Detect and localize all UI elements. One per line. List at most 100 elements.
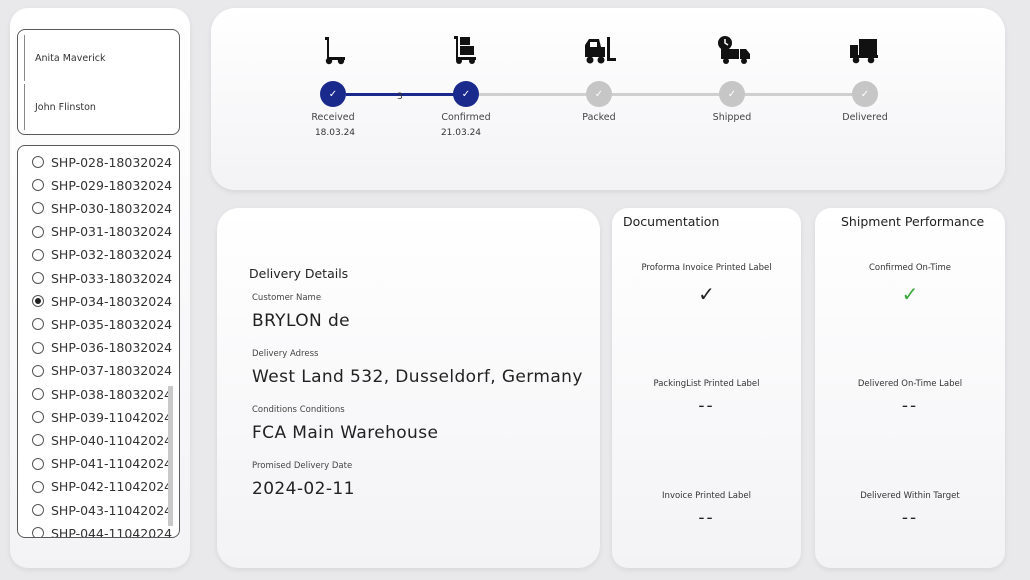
step-packed-label: Packed: [582, 112, 616, 123]
shipment-option[interactable]: SHP-030-18032024: [32, 199, 172, 217]
radio-button[interactable]: [32, 434, 44, 447]
invoice-value: --: [698, 508, 715, 528]
promised-date-label: Promised Delivery Date: [252, 461, 353, 471]
truck-clock-icon: [718, 36, 750, 64]
shipment-id: SHP-030-18032024: [51, 200, 173, 216]
step-confirmed-label: Confirmed: [441, 112, 491, 123]
customer-name-value: BRYLON de: [252, 311, 350, 331]
step-received-date: 18.03.24: [314, 128, 356, 138]
scrollbar[interactable]: [168, 386, 173, 526]
delivery-address-label: Delivery Adress: [252, 349, 319, 359]
days-between-label: 3: [397, 92, 403, 102]
radio-button[interactable]: [32, 457, 44, 470]
shipment-option[interactable]: SHP-038-18032024: [32, 385, 172, 403]
delivery-truck-icon: [850, 39, 878, 64]
shipment-id: SHP-034-18032024: [51, 293, 173, 309]
person-name: John Flinston: [35, 101, 96, 113]
delivery-address-value: West Land 532, Dusseldorf, Germany: [252, 367, 583, 387]
shipment-id: SHP-029-18032024: [51, 177, 173, 193]
radio-button[interactable]: [32, 504, 44, 516]
delivered-on-time-value: --: [901, 396, 919, 416]
shipment-option[interactable]: SHP-043-11042024: [32, 501, 172, 519]
step-confirmed-status: ✓: [453, 81, 479, 107]
radio-button[interactable]: [32, 411, 44, 424]
shipment-id: SHP-031-18032024: [51, 224, 173, 240]
person-name: Anita Maverick: [35, 52, 106, 64]
radio-button[interactable]: [32, 341, 44, 354]
person-slicer: Anita Maverick John Flinston: [17, 29, 180, 135]
conditions-label: Conditions Conditions: [252, 405, 345, 415]
shipment-id: SHP-043-11042024: [51, 502, 173, 518]
performance-title: Shipment Performance: [841, 214, 985, 229]
confirmed-on-time-label: Confirmed On-Time: [869, 263, 951, 273]
shipment-option[interactable]: SHP-037-18032024: [32, 362, 172, 380]
radio-button[interactable]: [32, 318, 44, 331]
step-delivered-status: ✓: [852, 81, 878, 107]
shipment-performance-card: Shipment Performance Confirmed On-Time ✓…: [815, 208, 1005, 568]
documentation-card: Documentation Proforma Invoice Printed L…: [612, 208, 801, 568]
person-item[interactable]: Anita Maverick: [24, 35, 174, 81]
step-received-label: Received: [311, 112, 355, 123]
radio-button[interactable]: [32, 527, 44, 537]
packinglist-label: PackingList Printed Label: [653, 379, 760, 389]
customer-name-label: Customer Name: [252, 293, 322, 303]
shipment-id: SHP-039-11042024: [51, 409, 173, 425]
shipment-id: SHP-044-11042024: [51, 525, 173, 538]
delivered-within-target-value: --: [901, 508, 919, 528]
step-received-status: ✓: [320, 81, 346, 107]
shipment-option[interactable]: SHP-033-18032024: [32, 269, 172, 287]
shipment-id: SHP-037-18032024: [51, 363, 173, 379]
shipment-id: SHP-038-18032024: [51, 386, 173, 402]
proforma-invoice-value: ✓: [698, 282, 715, 306]
delivered-within-target-label: Delivered Within Target: [860, 491, 960, 501]
shipment-option[interactable]: SHP-040-11042024: [32, 431, 172, 449]
shipment-id: SHP-042-11042024: [51, 479, 173, 495]
promised-date-value: 2024-02-11: [252, 479, 355, 499]
documentation-title: Documentation: [623, 214, 720, 229]
radio-button[interactable]: [32, 295, 44, 308]
step-confirmed-date: 21.03.24: [440, 128, 482, 138]
shipment-option[interactable]: SHP-031-18032024: [32, 223, 172, 241]
shipment-option[interactable]: SHP-032-18032024: [32, 246, 172, 264]
invoice-label: Invoice Printed Label: [662, 491, 751, 501]
radio-button[interactable]: [32, 480, 44, 493]
progress-line-complete: [346, 93, 466, 96]
packinglist-value: --: [698, 396, 715, 416]
delivery-details-card: Delivery Details Customer Name BRYLON de…: [217, 208, 600, 568]
shipment-option[interactable]: SHP-036-18032024: [32, 339, 172, 357]
step-packed-status: ✓: [586, 81, 612, 107]
shipment-id: SHP-040-11042024: [51, 432, 173, 448]
radio-button[interactable]: [32, 364, 44, 377]
shipment-option[interactable]: SHP-028-18032024: [32, 153, 172, 171]
delivery-details-heading: Delivery Details: [249, 266, 349, 281]
shipment-option[interactable]: SHP-044-11042024: [32, 524, 173, 538]
radio-button[interactable]: [32, 388, 44, 400]
radio-button[interactable]: [32, 156, 44, 168]
shipment-progress-card: 3 ✓ ✓ ✓ ✓ ✓ Received Confirmed Packed Sh…: [211, 8, 1005, 190]
shipment-id: SHP-033-18032024: [51, 270, 173, 286]
shipment-id: SHP-028-18032024: [51, 154, 173, 170]
step-delivered-label: Delivered: [842, 112, 888, 123]
delivered-on-time-label: Delivered On-Time Label: [857, 379, 963, 389]
radio-button[interactable]: [32, 248, 44, 261]
radio-button[interactable]: [32, 179, 44, 192]
person-item[interactable]: John Flinston: [24, 84, 174, 130]
shipment-option[interactable]: SHP-042-11042024: [32, 478, 172, 496]
step-shipped-status: ✓: [719, 81, 745, 107]
proforma-invoice-label: Proforma Invoice Printed Label: [641, 263, 772, 273]
shipment-option[interactable]: SHP-029-18032024: [32, 176, 172, 194]
shipment-id: SHP-036-18032024: [51, 340, 173, 356]
shipment-option[interactable]: SHP-039-11042024: [32, 408, 172, 426]
shipment-option[interactable]: SHP-035-18032024: [32, 315, 172, 333]
radio-button[interactable]: [32, 272, 44, 284]
filter-panel: Anita Maverick John Flinston SHP-028-180…: [10, 8, 190, 568]
confirmed-on-time-value: ✓: [901, 282, 919, 306]
shipment-id: SHP-032-18032024: [51, 247, 173, 263]
forklift-icon: [585, 37, 616, 64]
shipment-option[interactable]: SHP-034-18032024: [32, 292, 172, 310]
conditions-value: FCA Main Warehouse: [252, 423, 439, 443]
radio-button[interactable]: [32, 202, 44, 215]
radio-button[interactable]: [32, 225, 44, 238]
shipment-slicer: SHP-028-18032024 SHP-029-18032024 SHP-030-…: [17, 145, 180, 538]
shipment-option[interactable]: SHP-041-11042024: [32, 455, 172, 473]
